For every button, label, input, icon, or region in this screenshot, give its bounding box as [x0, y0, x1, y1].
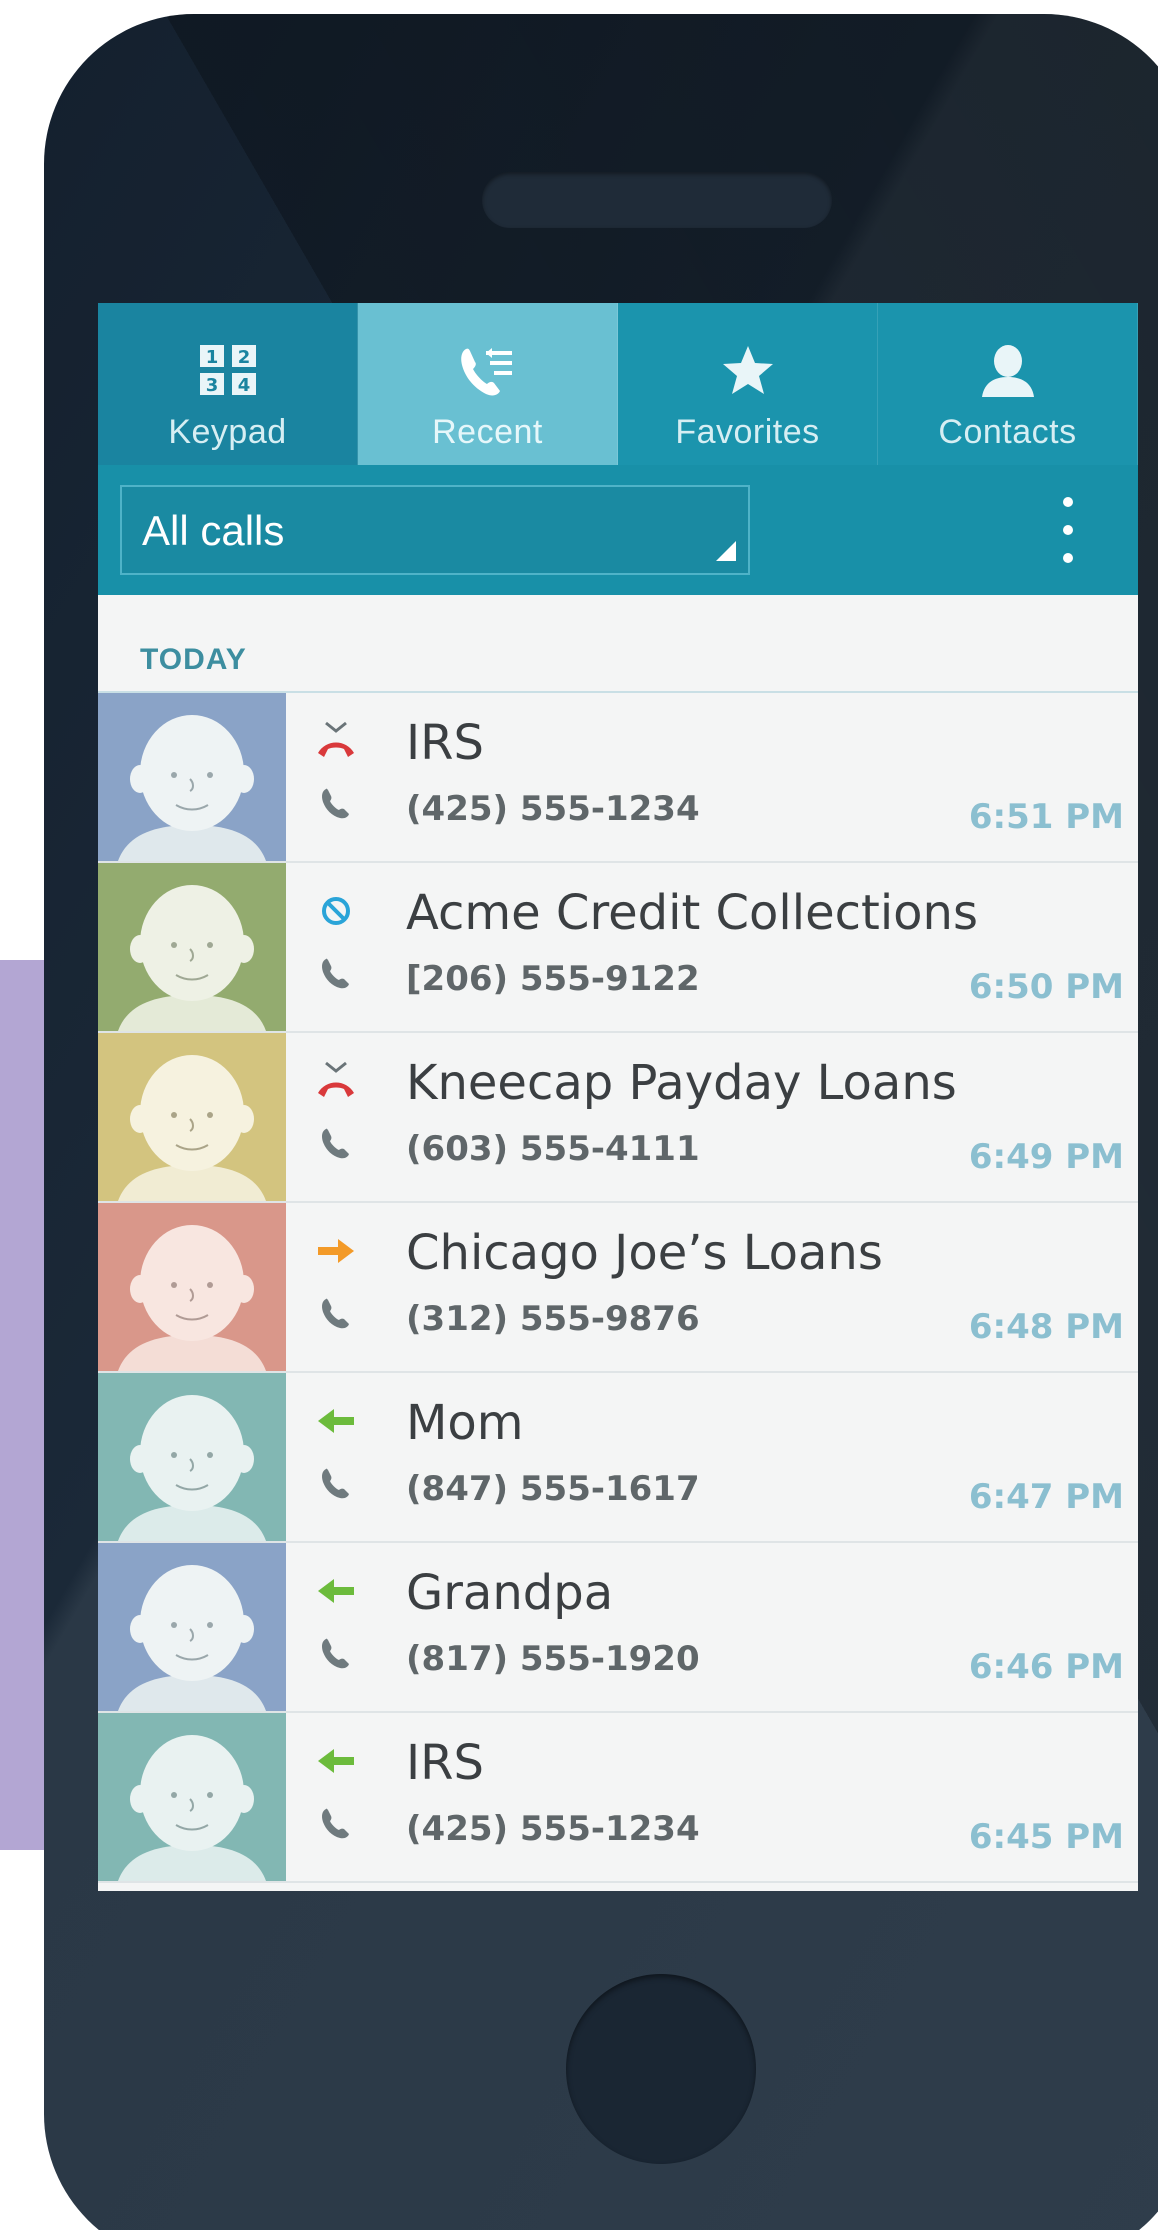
- call-name: IRS: [406, 715, 484, 771]
- call-time: 6:46 PM: [968, 1647, 1124, 1687]
- call-number: (817) 555-1920: [406, 1639, 700, 1679]
- call-row[interactable]: Acme Credit Collections [206) 555-9122 6…: [98, 863, 1138, 1033]
- svg-text:1: 1: [205, 347, 218, 368]
- avatar: [98, 1373, 286, 1541]
- avatar: [98, 693, 286, 861]
- filter-bar: All calls: [98, 465, 1138, 595]
- call-row[interactable]: Chicago Joe’s Loans (312) 555-9876 6:48 …: [98, 1203, 1138, 1373]
- tab-recent-label: Recent: [432, 413, 543, 451]
- tab-favorites[interactable]: Favorites: [618, 303, 878, 465]
- recent-calls-icon: [456, 343, 520, 399]
- incoming-call-icon: [314, 1401, 358, 1441]
- tab-recent[interactable]: Recent: [358, 303, 618, 465]
- call-row[interactable]: IRS (425) 555-1234 6:51 PM: [98, 693, 1138, 863]
- call-name: IRS: [406, 1735, 484, 1791]
- call-row[interactable]: Mom (847) 555-1617 6:47 PM: [98, 1373, 1138, 1543]
- section-header: TODAY: [98, 595, 1138, 693]
- call-number: (425) 555-1234: [406, 789, 700, 829]
- avatar: [98, 1543, 286, 1711]
- tab-keypad-label: Keypad: [168, 413, 287, 451]
- avatar: [98, 1713, 286, 1881]
- phone-icon: [318, 1635, 354, 1671]
- stage: 1 2 3 4 Keypad Recent Favorites Contacts…: [0, 0, 1158, 2230]
- call-time: 6:49 PM: [968, 1137, 1124, 1177]
- keypad-icon: 1 2 3 4: [196, 343, 260, 399]
- phone-icon: [318, 785, 354, 821]
- outgoing-call-icon: [314, 1231, 358, 1271]
- tab-bar: 1 2 3 4 Keypad Recent Favorites Contacts: [98, 303, 1138, 465]
- call-number: (312) 555-9876: [406, 1299, 700, 1339]
- svg-text:3: 3: [205, 375, 218, 396]
- call-time: 6:48 PM: [968, 1307, 1124, 1347]
- svg-text:4: 4: [237, 375, 250, 396]
- phone-screen: 1 2 3 4 Keypad Recent Favorites Contacts…: [98, 303, 1138, 1891]
- avatar: [98, 1203, 286, 1371]
- phone-speaker: [482, 172, 832, 228]
- call-time: 6:51 PM: [968, 797, 1124, 837]
- call-time: 6:45 PM: [968, 1817, 1124, 1857]
- tab-favorites-label: Favorites: [675, 413, 820, 451]
- section-title: TODAY: [140, 643, 247, 676]
- call-number: (425) 555-1234: [406, 1809, 700, 1849]
- tab-contacts-label: Contacts: [938, 413, 1077, 451]
- call-filter-value: All calls: [142, 507, 285, 554]
- call-number: (603) 555-4111: [406, 1129, 700, 1169]
- avatar: [98, 863, 286, 1031]
- call-filter-dropdown[interactable]: All calls: [120, 485, 750, 575]
- call-name: Grandpa: [406, 1565, 614, 1621]
- tab-keypad[interactable]: 1 2 3 4 Keypad: [98, 303, 358, 465]
- overflow-menu-icon[interactable]: [1058, 497, 1078, 563]
- call-time: 6:47 PM: [968, 1477, 1124, 1517]
- star-icon: [716, 343, 780, 399]
- missed-call-icon: [314, 721, 358, 761]
- contact-icon: [976, 343, 1040, 399]
- dropdown-caret-icon: [716, 541, 736, 561]
- incoming-call-icon: [314, 1571, 358, 1611]
- incoming-call-icon: [314, 1741, 358, 1781]
- phone-icon: [318, 1465, 354, 1501]
- call-number: [206) 555-9122: [406, 959, 700, 999]
- call-name: Acme Credit Collections: [406, 885, 978, 941]
- missed-call-icon: [314, 1061, 358, 1101]
- avatar: [98, 1033, 286, 1201]
- call-number: (847) 555-1617: [406, 1469, 700, 1509]
- call-name: Mom: [406, 1395, 524, 1451]
- call-list: IRS (425) 555-1234 6:51 PM Acme Credit C…: [98, 693, 1138, 1883]
- call-time: 6:50 PM: [968, 967, 1124, 1007]
- call-row[interactable]: Kneecap Payday Loans (603) 555-4111 6:49…: [98, 1033, 1138, 1203]
- tab-contacts[interactable]: Contacts: [878, 303, 1138, 465]
- call-name: Kneecap Payday Loans: [406, 1055, 957, 1111]
- phone-icon: [318, 1125, 354, 1161]
- call-name: Chicago Joe’s Loans: [406, 1225, 883, 1281]
- phone-icon: [318, 955, 354, 991]
- blocked-call-icon: [314, 891, 358, 931]
- svg-text:2: 2: [237, 347, 250, 368]
- phone-icon: [318, 1805, 354, 1841]
- home-button[interactable]: [566, 1974, 756, 2164]
- call-row[interactable]: Grandpa (817) 555-1920 6:46 PM: [98, 1543, 1138, 1713]
- call-row[interactable]: IRS (425) 555-1234 6:45 PM: [98, 1713, 1138, 1883]
- phone-icon: [318, 1295, 354, 1331]
